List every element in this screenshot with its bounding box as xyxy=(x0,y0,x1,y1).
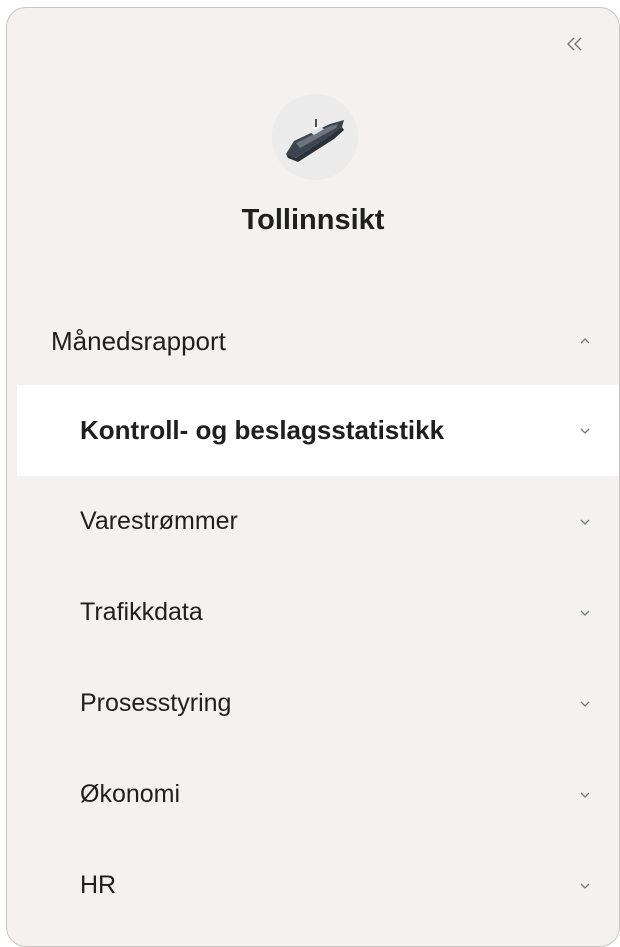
collapse-sidebar-button[interactable] xyxy=(563,32,587,56)
app-logo xyxy=(272,94,358,180)
nav-item-hr[interactable]: HR xyxy=(7,840,619,931)
double-chevron-left-icon xyxy=(567,37,582,51)
nav-item-label: Økonomi xyxy=(80,780,181,808)
nav-list: Kontroll- og beslagsstatistikk Varestrøm… xyxy=(7,385,619,931)
chevron-down-icon xyxy=(575,694,595,714)
nav-section-maanedsrapport[interactable]: Månedsrapport xyxy=(7,309,619,373)
nav-item-label: Prosesstyring xyxy=(80,689,232,717)
nav-item-trafikkdata[interactable]: Trafikkdata xyxy=(7,567,619,658)
nav-item-label: Kontroll- og beslagsstatistikk xyxy=(80,415,445,445)
chevron-down-icon xyxy=(575,785,595,805)
nav-item-kontroll-og-beslagsstatistikk[interactable]: Kontroll- og beslagsstatistikk xyxy=(17,385,619,476)
app-title: Tollinnsikt xyxy=(241,204,385,236)
nav-item-varestroemmer[interactable]: Varestrømmer xyxy=(7,476,619,567)
chevron-up-icon xyxy=(575,331,595,351)
sidebar-panel: Tollinnsikt Månedsrapport Kontroll- og b… xyxy=(6,7,620,947)
nav-item-label: HR xyxy=(80,871,117,899)
nav-section-label: Månedsrapport xyxy=(51,325,226,356)
nav-item-prosesstyring[interactable]: Prosesstyring xyxy=(7,658,619,749)
chevron-down-icon xyxy=(575,876,595,896)
nav-item-oekonomi[interactable]: Økonomi xyxy=(7,749,619,840)
chevron-down-icon xyxy=(575,421,595,441)
chevron-down-icon xyxy=(575,603,595,623)
nav-item-label: Trafikkdata xyxy=(80,598,203,626)
ship-icon xyxy=(272,94,358,180)
chevron-down-icon xyxy=(575,512,595,532)
nav-item-label: Varestrømmer xyxy=(80,507,238,535)
